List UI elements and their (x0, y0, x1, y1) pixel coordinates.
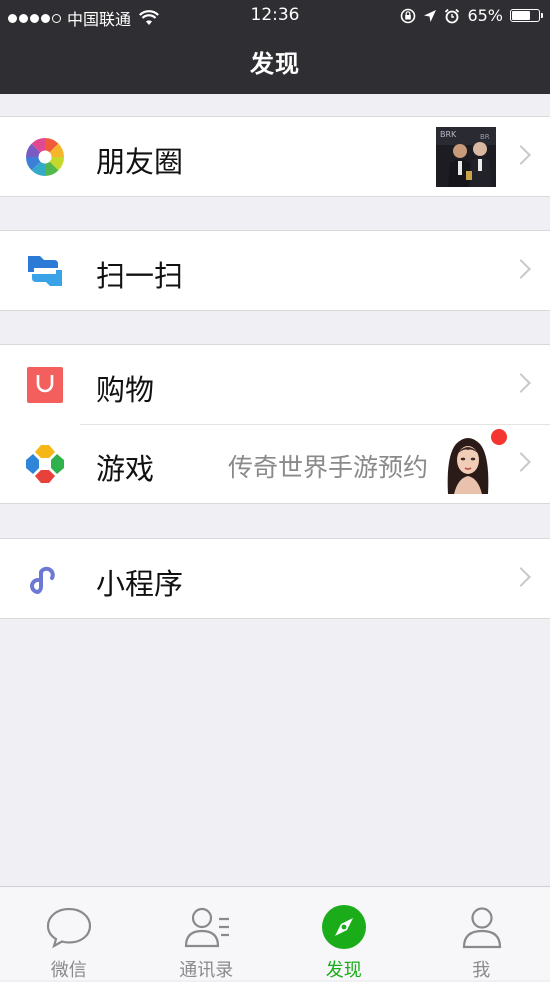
status-bar: 中国联通 12:36 65% (0, 0, 550, 30)
notification-badge (491, 429, 507, 445)
menu-item-label: 朋友圈 (96, 139, 183, 181)
menu-item-label: 购物 (96, 367, 154, 409)
chevron-right-icon (511, 567, 531, 587)
contacts-icon (183, 903, 231, 951)
menu-group-mini-programs: 小程序 (0, 538, 550, 619)
menu-item-label: 小程序 (96, 561, 183, 603)
game-promo-avatar (440, 432, 496, 494)
shopping-bag-icon (24, 364, 66, 406)
chevron-right-icon (511, 145, 531, 165)
battery-icon (510, 9, 540, 22)
menu-item-mini-programs[interactable]: 小程序 (0, 539, 550, 618)
menu-item-label: 扫一扫 (96, 253, 183, 295)
person-icon (458, 903, 506, 951)
menu-group-shopping-games: 购物 游戏 传奇世界手游预约 (0, 344, 550, 504)
menu-item-shopping[interactable]: 购物 (0, 345, 550, 424)
menu-group-moments: 朋友圈 BRK BR (0, 116, 550, 197)
bottom-tab-bar: 微信 通讯录 发现 我 (0, 886, 550, 980)
compass-icon (320, 903, 368, 951)
menu-item-games[interactable]: 游戏 传奇世界手游预约 (0, 424, 550, 503)
svg-text:BR: BR (480, 133, 490, 141)
tab-label: 发现 (275, 956, 413, 982)
chat-bubble-icon (45, 903, 93, 951)
tab-label: 微信 (0, 956, 138, 982)
page-title: 发现 (0, 44, 550, 79)
header-bar: 中国联通 12:36 65% (0, 0, 550, 94)
rotation-lock-icon (400, 8, 416, 24)
chevron-right-icon (511, 452, 531, 472)
tab-label: 通讯录 (138, 956, 276, 982)
battery-percent: 65% (467, 6, 503, 25)
tab-wechat[interactable]: 微信 (0, 887, 138, 980)
menu-item-moments[interactable]: 朋友圈 BRK BR (0, 117, 550, 196)
moments-aperture-icon (24, 136, 66, 178)
status-right: 65% (400, 6, 540, 25)
tab-discover[interactable]: 发现 (275, 887, 413, 980)
games-icon (24, 443, 66, 485)
menu-item-label: 游戏 (96, 446, 154, 488)
tab-me[interactable]: 我 (413, 887, 550, 980)
alarm-icon (444, 8, 460, 24)
chevron-right-icon (511, 259, 531, 279)
svg-text:BRK: BRK (440, 130, 457, 139)
menu-item-scan[interactable]: 扫一扫 (0, 231, 550, 310)
tab-label: 我 (413, 956, 550, 982)
moments-preview-thumbnail: BRK BR (436, 127, 496, 187)
location-arrow-icon (423, 9, 437, 23)
menu-group-scan: 扫一扫 (0, 230, 550, 311)
chevron-right-icon (511, 373, 531, 393)
tab-contacts[interactable]: 通讯录 (138, 887, 276, 980)
games-promo-text: 传奇世界手游预约 (228, 448, 428, 484)
scan-icon (24, 250, 66, 292)
mini-program-icon (24, 558, 66, 600)
